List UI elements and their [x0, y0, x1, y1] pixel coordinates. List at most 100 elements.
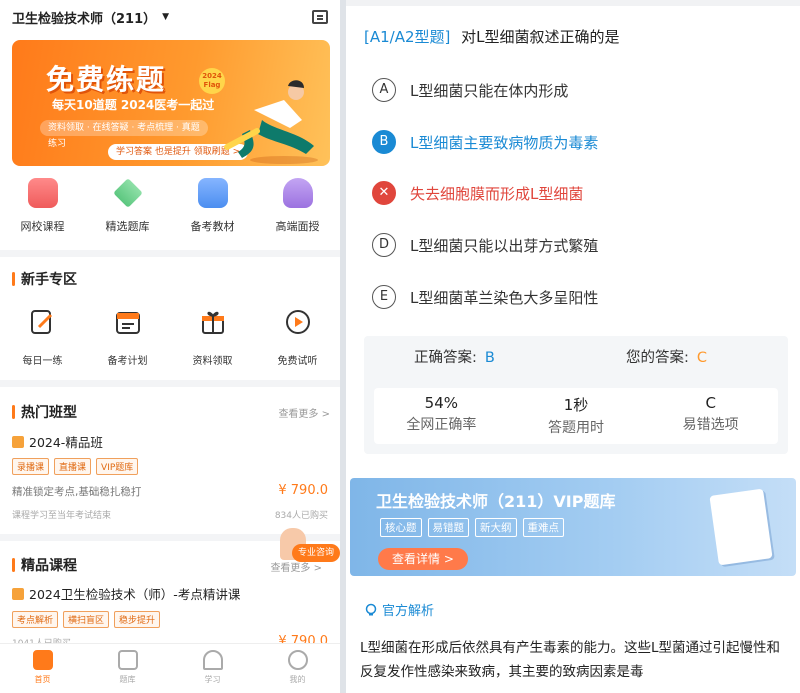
tab-home[interactable]: 首页 [0, 644, 85, 693]
analysis-heading: 官方解析 [364, 600, 434, 619]
fine-courses-title: 精品课程 [12, 555, 77, 575]
section-title-text: 精品课程 [21, 558, 77, 574]
course-tag: 考点解析 [12, 611, 59, 628]
question-text: 对L型细菌叙述正确的是 [461, 28, 620, 46]
option-e[interactable]: E L型细菌革兰染色大多呈阳性 [372, 285, 598, 309]
vip-tag: 重难点 [522, 518, 564, 537]
vip-tag: 核心题 [380, 518, 422, 537]
close-icon: ✕ [372, 181, 396, 205]
consult-label: 专业咨询 [292, 544, 340, 562]
stat-value: 1秒 [563, 396, 589, 414]
gift-icon [201, 311, 224, 334]
option-b[interactable]: B L型细菌主要致病物质为毒素 [372, 130, 598, 154]
consult-button[interactable]: 专业咨询 [276, 528, 340, 568]
play-icon [285, 310, 310, 334]
quick-nav-question-bank[interactable]: 精选题库 [85, 178, 170, 234]
correct-answer: 正确答案: B [414, 346, 495, 367]
hot-class-price: ¥ 790.0 [278, 483, 328, 498]
correct-answer-label: 正确答案: [414, 350, 477, 366]
stat-accuracy: 54% 全网正确率 [374, 388, 509, 444]
free-practice-banner[interactable]: 免费练题 每天10道题 2024医考一起过 资料领取 · 在线答疑 · 考点梳理… [12, 40, 330, 166]
option-text: L型细菌革兰染色大多呈阳性 [410, 288, 599, 307]
option-text: 失去细胞膜而形成L型细菌 [410, 184, 584, 203]
newbie-label: 资料领取 [192, 356, 233, 367]
tab-label: 首页 [34, 675, 51, 684]
option-c[interactable]: ✕ 失去细胞膜而形成L型细菌 [372, 181, 583, 205]
top-strip [346, 0, 800, 6]
tab-label: 我的 [289, 675, 306, 684]
banner-subtitle: 每天10道题 2024医考一起过 [52, 98, 215, 112]
course-tag: 录播课 [12, 458, 50, 475]
home-header: 卫生检验技术师（211） ▼ [0, 0, 340, 34]
tab-study[interactable]: 学习 [170, 644, 255, 693]
lightbulb-icon [365, 603, 377, 615]
home-panel: 卫生检验技术师（211） ▼ 免费练题 每天10道题 2024医考一起过 资料领… [0, 0, 340, 693]
tab-label: 学习 [204, 675, 221, 684]
answer-summary: 正确答案: B 您的答案: C 54% 全网正确率 1秒 答题用时 C 易错选项 [364, 336, 788, 454]
vip-tag: 易错题 [427, 518, 469, 537]
option-text: L型细菌主要致病物质为毒素 [410, 133, 599, 152]
home-icon [32, 650, 53, 670]
quick-nav-label: 备考教材 [190, 220, 235, 233]
analysis-title: 官方解析 [382, 604, 435, 619]
option-letter: A [372, 78, 396, 102]
section-marker [12, 272, 15, 286]
vip-details-button[interactable]: 查看详情 > [378, 548, 468, 570]
section-title-text: 热门班型 [21, 405, 77, 421]
quick-nav-textbook[interactable]: 备考教材 [170, 178, 255, 234]
newbie-label: 备考计划 [107, 356, 148, 367]
fine-course-name-text: 2024卫生检验技术（师）-考点精讲课 [29, 587, 241, 602]
analysis-text: L型细菌在形成后依然具有产生毒素的能力。这些L型菌通过引起慢性和反复发作性感染来… [360, 640, 781, 680]
option-letter: D [372, 233, 396, 257]
option-a[interactable]: A L型细菌只能在体内形成 [372, 78, 568, 102]
tab-question-bank[interactable]: 题库 [85, 644, 170, 693]
newbie-free-trial[interactable]: 免费试听 [255, 308, 340, 367]
banner-line: 资料领取 · 在线答疑 · 考点梳理 · 真题练习 [40, 120, 208, 149]
hot-classes-title: 热门班型 [12, 402, 77, 422]
quick-nav-label: 网校课程 [20, 220, 65, 233]
vip-tags: 核心题 易错题 新大纲 重难点 [380, 518, 564, 537]
hot-classes-more-link[interactable]: 查看更多 > [278, 405, 330, 420]
option-text: L型细菌只能在体内形成 [410, 81, 569, 100]
hot-class-name[interactable]: 2024-精品班 [12, 432, 103, 451]
section-marker [12, 558, 15, 572]
vip-bank-banner[interactable]: 卫生检验技术师（211）VIP题库 核心题 易错题 新大纲 重难点 查看详情 > [350, 478, 796, 576]
bottom-tab-bar: 首页 题库 学习 我的 [0, 643, 340, 693]
profile-icon [287, 650, 308, 670]
teach-icon [282, 178, 313, 208]
quick-nav-label: 精选题库 [105, 220, 150, 233]
document-illustration-icon [709, 488, 773, 566]
newbie-nav: 每日一练 备考计划 资料领取 免费试听 [0, 308, 340, 367]
newbie-daily-practice[interactable]: 每日一练 [0, 308, 85, 367]
question-panel: [A1/A2型题] 对L型细菌叙述正确的是 A L型细菌只能在体内形成 B L型… [346, 0, 800, 693]
option-d[interactable]: D L型细菌只能以出芽方式繁殖 [372, 233, 598, 257]
mail-book-icon [197, 178, 228, 208]
quick-nav: 网校课程 精选题库 备考教材 高端面授 [0, 178, 340, 234]
daily-practice-icon [30, 310, 52, 334]
question-stem: [A1/A2型题] 对L型细菌叙述正确的是 [364, 26, 620, 47]
hot-class-buyers: 834人已购买 [274, 511, 328, 521]
vip-tag: 新大纲 [475, 518, 517, 537]
tab-profile[interactable]: 我的 [255, 644, 340, 693]
quick-nav-course[interactable]: 网校课程 [0, 178, 85, 234]
fine-course-name[interactable]: 2024卫生检验技术（师）-考点精讲课 [12, 584, 240, 603]
runner-illustration [223, 80, 318, 164]
fine-course-tags: 考点解析 横扫盲区 稳步提升 [12, 611, 161, 628]
exam-selector[interactable]: 卫生检验技术师（211） [12, 8, 156, 27]
pencil-icon [112, 178, 143, 208]
newbie-materials[interactable]: 资料领取 [170, 308, 255, 367]
stat-value: 54% [424, 394, 458, 412]
calendar-icon [115, 312, 140, 334]
chevron-down-icon[interactable]: ▼ [162, 12, 169, 22]
stat-time: 1秒 答题用时 [509, 388, 644, 444]
message-icon[interactable] [312, 10, 328, 24]
section-title-text: 新手专区 [21, 272, 77, 288]
divider [0, 380, 340, 387]
stat-common-mistake: C 易错选项 [643, 388, 778, 444]
quick-nav-offline[interactable]: 高端面授 [255, 178, 340, 234]
course-icon [27, 178, 58, 208]
study-icon [202, 650, 223, 670]
course-tag: VIP题库 [96, 458, 139, 475]
newbie-study-plan[interactable]: 备考计划 [85, 308, 170, 367]
stat-label: 答题用时 [548, 420, 604, 436]
